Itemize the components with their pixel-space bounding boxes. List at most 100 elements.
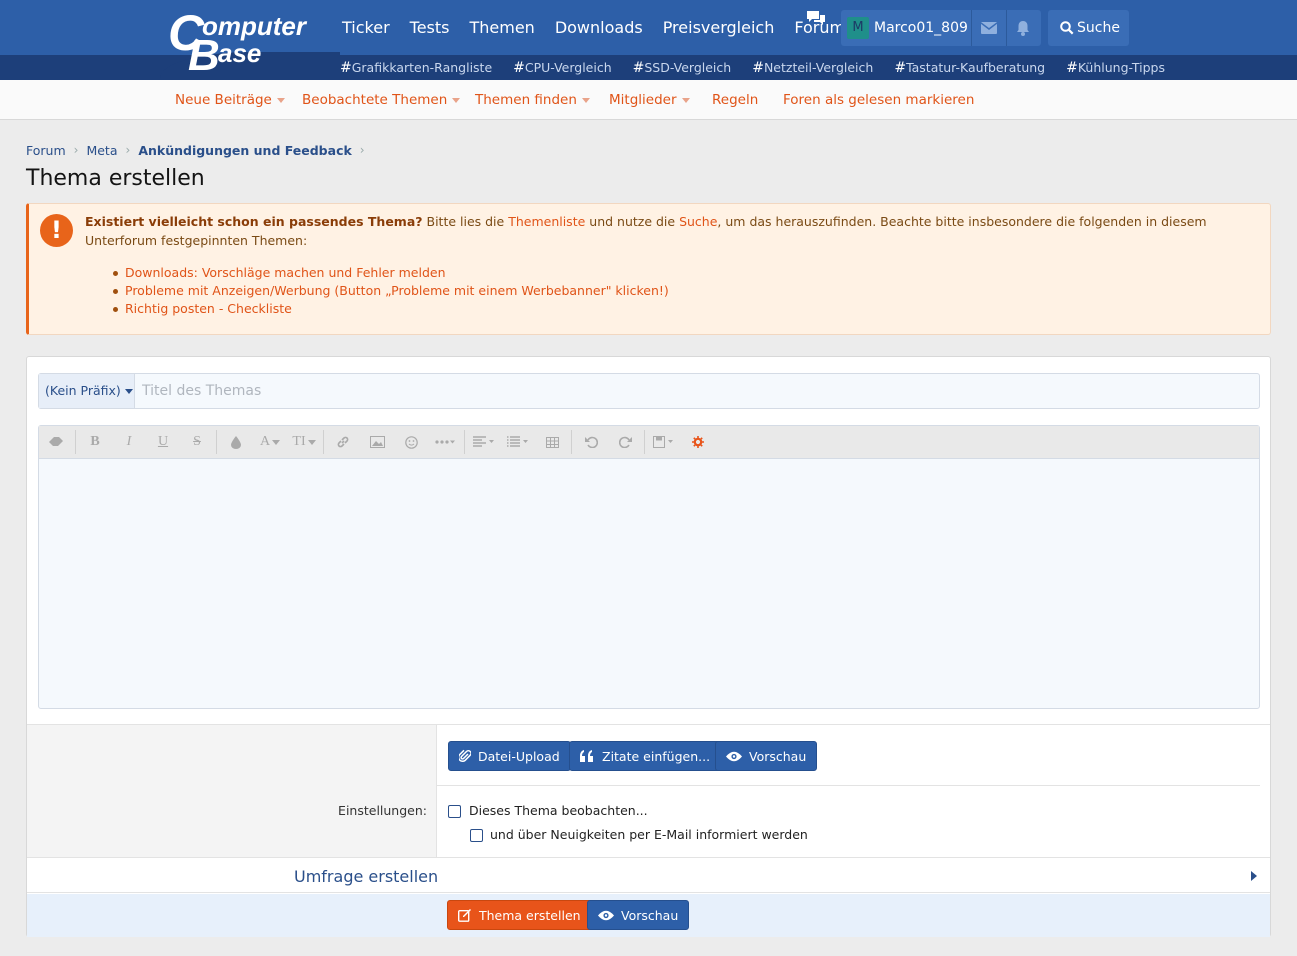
tag-cpu[interactable]: #CPU-Vergleich xyxy=(513,60,611,76)
notice-question: Existiert vielleicht schon ein passendes… xyxy=(85,214,423,229)
subnav-watched-threads[interactable]: Beobachtete Themen xyxy=(302,92,461,108)
logo-text-ase: ase xyxy=(218,38,262,68)
breadcrumb-announcements[interactable]: Ankündigungen und Feedback xyxy=(138,143,351,158)
chevron-down-icon xyxy=(581,97,590,103)
breadcrumb-forum[interactable]: Forum xyxy=(26,143,66,158)
font-size-icon[interactable]: TI xyxy=(287,426,321,459)
create-poll-link[interactable]: Umfrage erstellen xyxy=(294,867,438,886)
tag-netzteil[interactable]: #Netzteil-Vergleich xyxy=(752,60,873,76)
bell-icon[interactable] xyxy=(1016,20,1030,36)
username[interactable]: Marco01_809 xyxy=(874,10,968,46)
thread-list-link[interactable]: Themenliste xyxy=(508,214,585,229)
user-menu[interactable]: M Marco01_809 xyxy=(841,10,1041,46)
tag-tastatur[interactable]: #Tastatur-Kaufberatung xyxy=(894,60,1045,76)
rich-text-editor: B I U S A TI xyxy=(38,425,1260,709)
breadcrumb: Forum › Meta › Ankündigungen und Feedbac… xyxy=(26,141,373,159)
notice-text: Existiert vielleicht schon ein passendes… xyxy=(85,214,1207,248)
poll-row[interactable]: Umfrage erstellen xyxy=(27,857,1270,893)
pinned-thread-list: Downloads: Vorschläge machen und Fehler … xyxy=(113,264,669,318)
logo-letter-b: B xyxy=(188,31,220,80)
user-menu-divider xyxy=(971,10,972,46)
paperclip-icon xyxy=(459,749,471,762)
edit-icon xyxy=(458,908,471,922)
duplicate-thread-notice: ! Existiert vielleicht schon ein passend… xyxy=(26,203,1271,335)
chevron-down-icon xyxy=(681,97,690,103)
email-notify-checkbox[interactable] xyxy=(470,829,483,842)
image-icon[interactable] xyxy=(360,426,394,459)
preview-submit-button[interactable]: Vorschau xyxy=(587,900,690,930)
forum-chat-icon xyxy=(807,11,825,25)
search-link[interactable]: Suche xyxy=(679,214,717,229)
more-insert-icon[interactable] xyxy=(428,426,462,459)
subnav-new-posts[interactable]: Neue Beiträge xyxy=(175,92,285,108)
subnav-rules[interactable]: Regeln xyxy=(712,92,758,108)
chevron-right-icon: › xyxy=(359,143,365,157)
list-icon[interactable] xyxy=(501,426,535,459)
underline-icon[interactable]: U xyxy=(146,426,180,459)
pinned-thread-link[interactable]: Probleme mit Anzeigen/Werbung (Button „P… xyxy=(113,282,669,300)
settings-label: Einstellungen: xyxy=(338,803,427,818)
nav-downloads[interactable]: Downloads xyxy=(545,18,653,37)
search-label: Suche xyxy=(1077,20,1120,36)
search-icon xyxy=(1060,21,1074,35)
pinned-thread-link[interactable]: Downloads: Vorschläge machen und Fehler … xyxy=(113,264,669,282)
thread-title-input[interactable] xyxy=(136,374,1256,408)
drafts-icon[interactable] xyxy=(647,426,681,459)
undo-icon[interactable] xyxy=(574,426,608,459)
nav-preisvergleich[interactable]: Preisvergleich xyxy=(653,18,785,37)
computerbase-logo[interactable]: C omputer B ase xyxy=(168,8,318,78)
chevron-right-icon: › xyxy=(73,143,79,157)
page-title: Thema erstellen xyxy=(26,166,205,191)
strikethrough-icon[interactable]: S xyxy=(180,426,214,459)
submit-row: Thema erstellen Vorschau xyxy=(27,894,1270,937)
mail-icon[interactable] xyxy=(981,22,997,34)
prefix-select[interactable]: (Kein Präfix) xyxy=(39,374,135,408)
toolbar-divider xyxy=(464,430,465,454)
bold-icon[interactable]: B xyxy=(78,426,112,459)
clear-format-icon[interactable] xyxy=(39,426,73,459)
nav-tests[interactable]: Tests xyxy=(400,18,460,37)
link-icon[interactable] xyxy=(326,426,360,459)
alert-icon: ! xyxy=(40,214,73,247)
smiley-icon[interactable] xyxy=(394,426,428,459)
tag-ssd[interactable]: #SSD-Vergleich xyxy=(633,60,732,76)
avatar[interactable]: M xyxy=(847,17,869,39)
redo-icon[interactable] xyxy=(608,426,642,459)
create-thread-form: (Kein Präfix) B I U S A TI xyxy=(26,356,1271,937)
insert-quotes-button[interactable]: Zitate einfügen... xyxy=(569,741,722,771)
create-thread-button[interactable]: Thema erstellen xyxy=(447,900,592,930)
watch-thread-label[interactable]: Dieses Thema beobachten... xyxy=(469,803,648,818)
watch-thread-checkbox[interactable] xyxy=(448,805,461,818)
upload-button[interactable]: Datei-Upload xyxy=(448,741,571,771)
italic-icon[interactable]: I xyxy=(112,426,146,459)
toolbar-divider xyxy=(216,430,217,454)
nav-ticker[interactable]: Ticker xyxy=(332,18,400,37)
breadcrumb-meta[interactable]: Meta xyxy=(86,143,117,158)
subnav-find-threads[interactable]: Themen finden xyxy=(475,92,590,108)
toolbar-divider xyxy=(571,430,572,454)
text-color-icon[interactable] xyxy=(219,426,253,459)
tag-grafikkarten[interactable]: #Grafikkarten-Rangliste xyxy=(340,60,492,76)
subnav-mark-read[interactable]: Foren als gelesen markieren xyxy=(783,92,974,108)
tag-links: #Grafikkarten-Rangliste #CPU-Vergleich #… xyxy=(340,56,1186,80)
chevron-right-icon[interactable] xyxy=(1251,871,1257,881)
gear-icon[interactable] xyxy=(681,426,715,459)
chevron-down-icon xyxy=(452,97,461,103)
attachments-settings-row: Datei-Upload Zitate einfügen... Vorschau… xyxy=(27,724,1270,858)
tag-kuehlung[interactable]: #Kühlung-Tipps xyxy=(1066,60,1165,76)
preview-button[interactable]: Vorschau xyxy=(715,741,818,771)
search-button[interactable]: Suche xyxy=(1048,10,1129,46)
nav-themen[interactable]: Themen xyxy=(459,18,544,37)
eye-icon xyxy=(598,910,614,920)
message-textarea[interactable] xyxy=(39,460,1259,708)
subnav-members[interactable]: Mitglieder xyxy=(609,92,690,108)
chevron-right-icon: › xyxy=(125,143,131,157)
forum-subnav: Neue Beiträge Beobachtete Themen Themen … xyxy=(0,80,1297,120)
font-family-icon[interactable]: A xyxy=(253,426,287,459)
toolbar-divider xyxy=(644,430,645,454)
email-notify-label[interactable]: und über Neuigkeiten per E-Mail informie… xyxy=(490,827,808,842)
table-icon[interactable] xyxy=(535,426,569,459)
align-icon[interactable] xyxy=(467,426,501,459)
main-nav: Ticker Tests Themen Downloads Preisvergl… xyxy=(332,0,855,55)
pinned-thread-link[interactable]: Richtig posten - Checkliste xyxy=(113,300,669,318)
